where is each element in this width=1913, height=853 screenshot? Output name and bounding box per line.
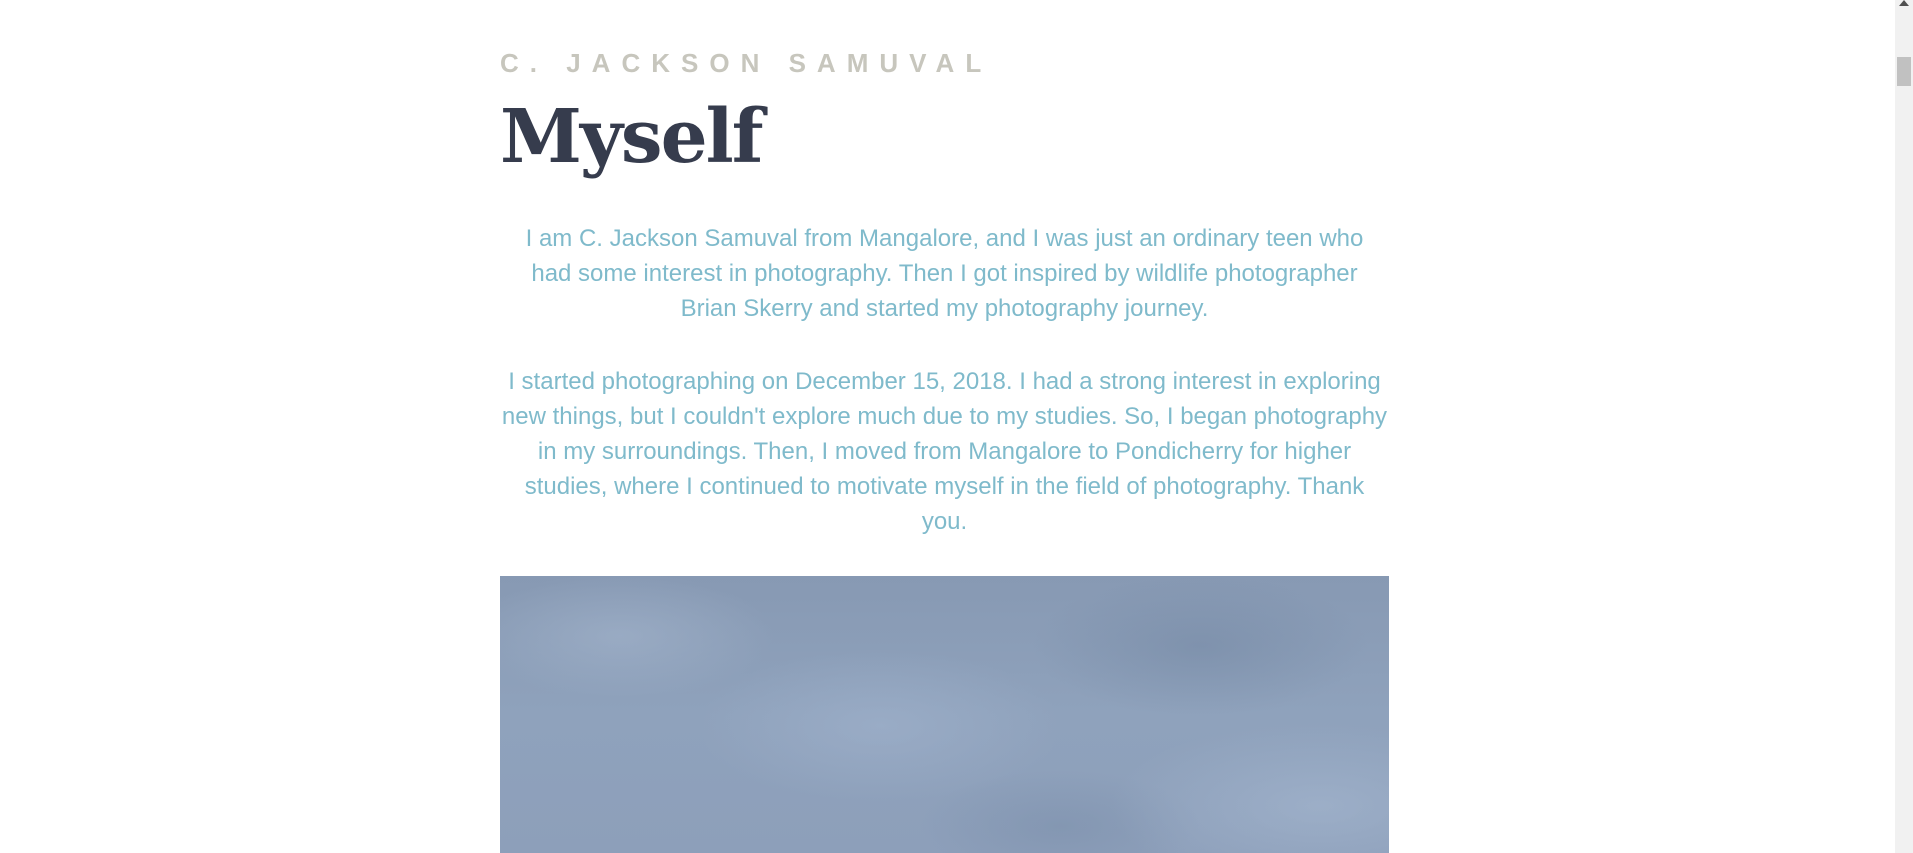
hero-image [500,576,1389,853]
story-paragraph: I started photographing on December 15, … [501,368,1388,535]
scrollbar-thumb[interactable] [1897,57,1911,86]
chevron-up-icon[interactable] [1895,0,1913,10]
vertical-scrollbar[interactable] [1895,0,1913,853]
site-name[interactable]: C. JACKSON SAMUVAL [500,48,992,79]
intro-paragraph: I am C. Jackson Samuval from Mangalore, … [525,225,1364,322]
page: C. JACKSON SAMUVAL Myself I am C. Jackso… [0,0,1895,853]
page-title: Myself [500,94,764,180]
